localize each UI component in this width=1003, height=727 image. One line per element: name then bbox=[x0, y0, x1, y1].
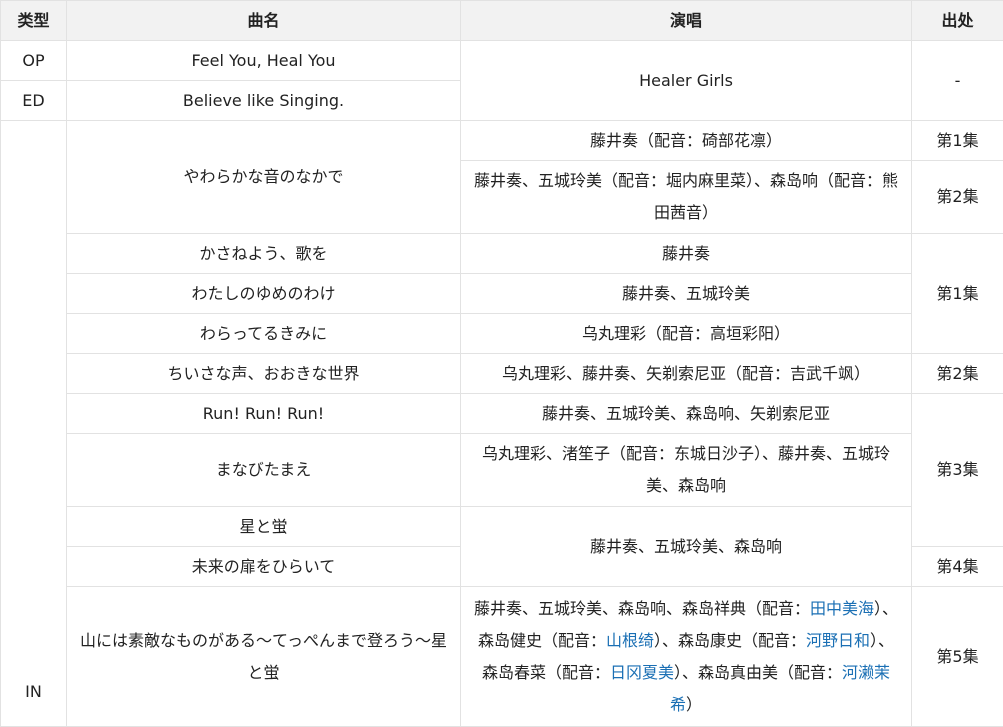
singer-cell: 藤井奏、五城玲美（配音：堀内麻里菜）、森岛响（配音：熊田茜音） bbox=[461, 161, 912, 234]
source-cell: 第2集 bbox=[912, 161, 1003, 234]
source-cell: 第4集 bbox=[912, 547, 1003, 587]
source-cell: 第3集 bbox=[912, 394, 1003, 547]
table-row: IN やわらかな音のなかで 藤井奏（配音：碕部花凛） 第1集 bbox=[1, 121, 1003, 161]
singer-cell: 藤井奏 bbox=[461, 234, 912, 274]
source-cell: 第5集 bbox=[912, 587, 1003, 727]
song-cell: 山には素敵なものがある～てっぺんまで登ろう～星と蛍 bbox=[67, 587, 461, 727]
singer-cell: Healer Girls bbox=[461, 41, 912, 121]
song-cell: 未来の扉をひらいて bbox=[67, 547, 461, 587]
song-cell: ちいさな声、おおきな世界 bbox=[67, 354, 461, 394]
singer-cell: 藤井奏、五城玲美、森岛响 bbox=[461, 507, 912, 587]
singer-cell: 藤井奏、五城玲美、森岛响、森岛祥典（配音：田中美海）、森岛健史（配音：山根绮）、… bbox=[461, 587, 912, 727]
table-row: 山には素敵なものがある～てっぺんまで登ろう～星と蛍 藤井奏、五城玲美、森岛响、森… bbox=[1, 587, 1003, 727]
singer-cell: 乌丸理彩、藤井奏、矢剃索尼亚（配音：吉武千飒） bbox=[461, 354, 912, 394]
header-row: 类型 曲名 演唱 出处 bbox=[1, 1, 1003, 41]
voice-actor-link[interactable]: 日冈夏美 bbox=[610, 663, 674, 682]
voice-actor-link[interactable]: 山根绮 bbox=[606, 631, 654, 650]
singer-cell: 藤井奏、五城玲美、森岛响、矢剃索尼亚 bbox=[461, 394, 912, 434]
header-type: 类型 bbox=[1, 1, 67, 41]
table-row: まなびたまえ 乌丸理彩、渚笙子（配音：东城日沙子）、藤井奏、五城玲美、森岛响 bbox=[1, 434, 1003, 507]
table-row: ちいさな声、おおきな世界 乌丸理彩、藤井奏、矢剃索尼亚（配音：吉武千飒） 第2集 bbox=[1, 354, 1003, 394]
songs-table: 类型 曲名 演唱 出处 OP Feel You, Heal You Healer… bbox=[0, 0, 1003, 727]
header-singer: 演唱 bbox=[461, 1, 912, 41]
song-cell: 星と蛍 bbox=[67, 507, 461, 547]
song-cell: Feel You, Heal You bbox=[67, 41, 461, 81]
source-cell: 第2集 bbox=[912, 354, 1003, 394]
song-cell: わたしのゆめのわけ bbox=[67, 274, 461, 314]
table-row: OP Feel You, Heal You Healer Girls - bbox=[1, 41, 1003, 81]
header-source: 出处 bbox=[912, 1, 1003, 41]
singer-text: 藤井奏、五城玲美、森岛响、森岛祥典（配音： bbox=[474, 599, 810, 618]
singer-text: ）、森岛真由美（配音： bbox=[674, 663, 842, 682]
singer-cell: 乌丸理彩、渚笙子（配音：东城日沙子）、藤井奏、五城玲美、森岛响 bbox=[461, 434, 912, 507]
voice-actor-link[interactable]: 河野日和 bbox=[806, 631, 870, 650]
table-row: 星と蛍 藤井奏、五城玲美、森岛响 bbox=[1, 507, 1003, 547]
singer-cell: 乌丸理彩（配音：高垣彩阳） bbox=[461, 314, 912, 354]
header-song: 曲名 bbox=[67, 1, 461, 41]
source-cell: - bbox=[912, 41, 1003, 121]
song-cell: やわらかな音のなかで bbox=[67, 121, 461, 234]
source-cell: 第1集 bbox=[912, 121, 1003, 161]
song-cell: わらってるきみに bbox=[67, 314, 461, 354]
singer-cell: 藤井奏（配音：碕部花凛） bbox=[461, 121, 912, 161]
song-cell: Run! Run! Run! bbox=[67, 394, 461, 434]
type-cell: IN bbox=[1, 121, 67, 727]
song-cell: かさねよう、歌を bbox=[67, 234, 461, 274]
table-row: わらってるきみに 乌丸理彩（配音：高垣彩阳） bbox=[1, 314, 1003, 354]
voice-actor-link[interactable]: 田中美海 bbox=[810, 599, 874, 618]
singer-cell: 藤井奏、五城玲美 bbox=[461, 274, 912, 314]
table-row: Run! Run! Run! 藤井奏、五城玲美、森岛响、矢剃索尼亚 第3集 bbox=[1, 394, 1003, 434]
table-row: わたしのゆめのわけ 藤井奏、五城玲美 bbox=[1, 274, 1003, 314]
singer-text: ）、森岛康史（配音： bbox=[654, 631, 806, 650]
type-cell: OP bbox=[1, 41, 67, 81]
type-cell: ED bbox=[1, 81, 67, 121]
source-cell: 第1集 bbox=[912, 234, 1003, 354]
song-cell: Believe like Singing. bbox=[67, 81, 461, 121]
singer-text: ） bbox=[686, 695, 702, 714]
song-cell: まなびたまえ bbox=[67, 434, 461, 507]
table-row: かさねよう、歌を 藤井奏 第1集 bbox=[1, 234, 1003, 274]
